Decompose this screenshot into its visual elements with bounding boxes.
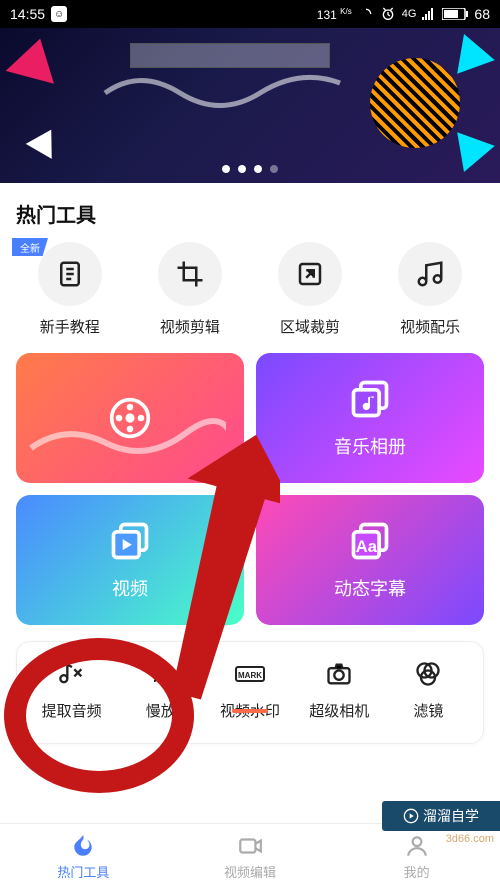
doc-icon — [55, 259, 85, 289]
camera-icon — [325, 660, 353, 688]
status-netspeed: 131 K/s — [317, 7, 352, 22]
section-title: 热门工具 — [16, 199, 484, 228]
music-icon — [415, 259, 445, 289]
person-icon — [404, 833, 430, 859]
signal-bars-icon — [422, 8, 436, 20]
music-stack-icon — [348, 377, 392, 421]
filter-icon — [414, 660, 442, 688]
vibrate-icon — [358, 6, 374, 22]
watermark-icon: MARK — [234, 660, 266, 688]
tool-label: 视频剪辑 — [160, 316, 220, 337]
status-signal: 4G — [402, 8, 417, 20]
card-video-play[interactable]: 视频 — [16, 495, 244, 625]
video-icon — [237, 833, 263, 859]
tool-watermark[interactable]: MARK 视频水印 — [205, 660, 294, 721]
row-label: 提取音频 — [42, 700, 102, 721]
flame-icon — [70, 833, 96, 859]
expand-icon — [295, 259, 325, 289]
card-subtitles[interactable]: Aa 动态字幕 — [256, 495, 484, 625]
status-battery: 68 — [474, 6, 490, 22]
card-label: 动态字幕 — [334, 575, 406, 601]
tool-camera[interactable]: 超级相机 — [295, 660, 384, 721]
tool-label: 区域裁剪 — [280, 316, 340, 337]
nav-label: 我的 — [404, 862, 430, 881]
battery-icon — [442, 8, 468, 20]
card-music-album[interactable]: 音乐相册 — [256, 353, 484, 483]
tool-slowmo[interactable]: 慢放 — [116, 660, 205, 721]
svg-text:MARK: MARK — [238, 671, 262, 680]
notification-icon: ☺ — [51, 6, 67, 22]
card-label: 音乐相册 — [334, 433, 406, 459]
alarm-icon — [380, 6, 396, 22]
tool-label: 新手教程 — [40, 316, 100, 337]
tool-tutorial[interactable]: 全新 新手教程 — [16, 242, 124, 337]
nav-hot-tools[interactable]: 热门工具 — [0, 824, 167, 889]
tool-row: 提取音频 慢放 MARK 视频水印 超级相机 滤镜 — [16, 641, 484, 744]
card-video[interactable] — [16, 353, 244, 483]
nav-video-edit[interactable]: 视频编辑 — [167, 824, 334, 889]
tool-area-crop[interactable]: 区域裁剪 — [256, 242, 364, 337]
aa-stack-icon: Aa — [348, 519, 392, 563]
card-label: 视频 — [112, 575, 148, 601]
banner-carousel[interactable] — [0, 28, 500, 183]
bottom-nav: 热门工具 视频编辑 我的 — [0, 823, 500, 889]
watermark-url: 3d66.com — [446, 833, 494, 845]
badge-new: 全新 — [12, 238, 48, 256]
feature-cards: 音乐相册 视频 Aa 动态字幕 — [0, 353, 500, 625]
tool-label: 视频配乐 — [400, 316, 460, 337]
nav-label: 视频编辑 — [224, 862, 276, 881]
watermark-badge: 溜溜自学 — [382, 801, 500, 831]
crop-icon — [175, 259, 205, 289]
status-bar: 14:55 ☺ 131 K/s 4G 68 — [0, 0, 500, 28]
row-label: 慢放 — [146, 700, 176, 721]
tool-video-clip[interactable]: 视频剪辑 — [136, 242, 244, 337]
row-label: 滤镜 — [413, 700, 443, 721]
extract-audio-icon — [58, 660, 86, 688]
active-indicator — [232, 709, 268, 713]
slowmo-icon — [147, 660, 175, 688]
tool-video-music[interactable]: 视频配乐 — [376, 242, 484, 337]
carousel-dots — [0, 165, 500, 173]
svg-text:Aa: Aa — [356, 538, 378, 556]
row-label: 超级相机 — [309, 700, 369, 721]
tool-filter[interactable]: 滤镜 — [384, 660, 473, 721]
play-stack-icon — [108, 519, 152, 563]
tool-grid: 全新 新手教程 视频剪辑 区域裁剪 视频配乐 — [16, 242, 484, 337]
status-time: 14:55 — [10, 6, 45, 22]
nav-label: 热门工具 — [57, 862, 109, 881]
tool-extract-audio[interactable]: 提取音频 — [27, 660, 116, 721]
